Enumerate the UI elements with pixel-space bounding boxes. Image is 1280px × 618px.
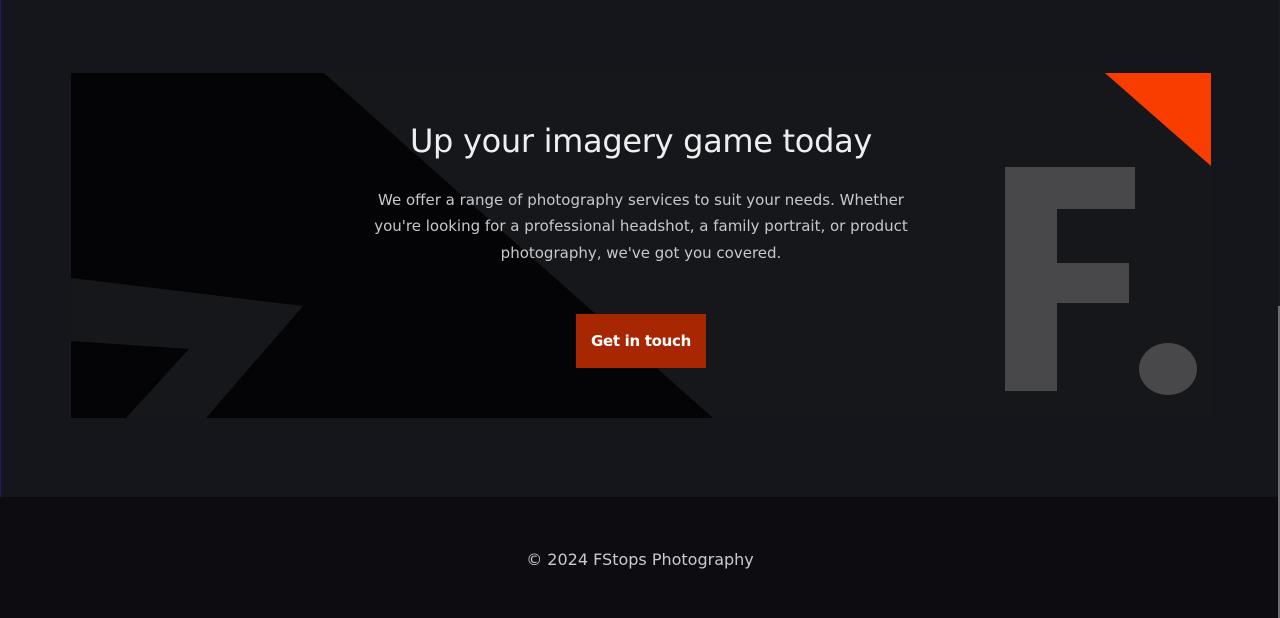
footer: © 2024 FStops Photography [0, 497, 1280, 618]
cta-card: Up your imagery game today We offer a ra… [71, 73, 1211, 418]
cta-description: We offer a range of photography services… [374, 190, 908, 262]
get-in-touch-button[interactable]: Get in touch [576, 314, 706, 369]
accent-corner-triangle [1105, 73, 1211, 166]
cta-title: Up your imagery game today [409, 122, 873, 160]
cta-section: Up your imagery game today We offer a ra… [0, 0, 1280, 497]
logo-letter-f [1005, 167, 1135, 391]
logo-dot [1139, 343, 1197, 395]
cta-content: Up your imagery game today We offer a ra… [341, 121, 941, 369]
footer-copyright: © 2024 FStops Photography [526, 550, 754, 569]
